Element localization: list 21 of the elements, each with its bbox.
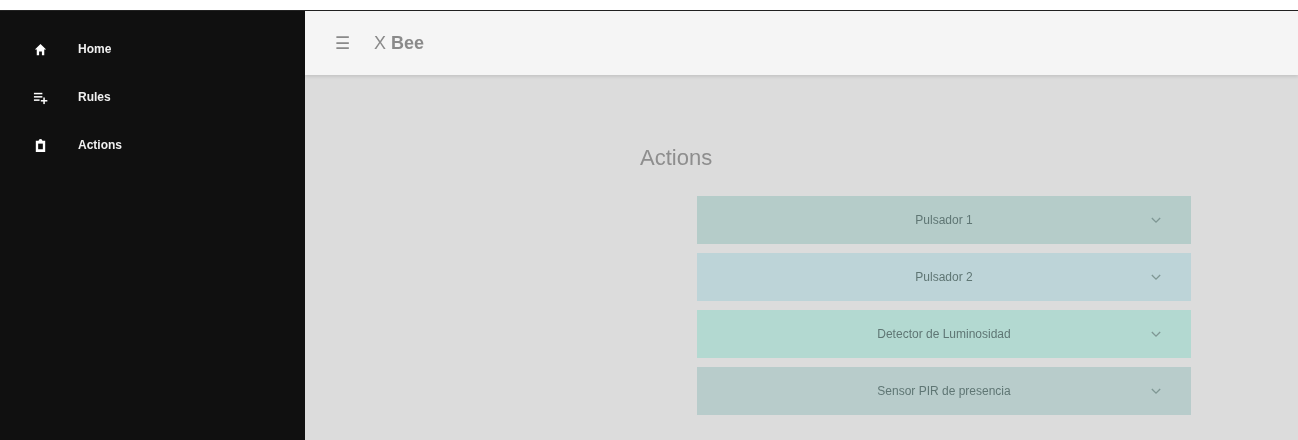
menu-button[interactable]: ☰ bbox=[331, 32, 354, 54]
chevron-icon bbox=[1151, 330, 1161, 338]
expansion-panel[interactable]: Pulsador 1 bbox=[697, 196, 1191, 244]
panel-title: Sensor PIR de presencia bbox=[877, 384, 1011, 398]
panel-title: Pulsador 1 bbox=[915, 213, 973, 227]
clipboard-icon bbox=[33, 137, 48, 153]
panel-title: Pulsador 2 bbox=[915, 270, 973, 284]
panel-title: Detector de Luminosidad bbox=[877, 327, 1011, 341]
expansion-panel[interactable]: Pulsador 2 bbox=[697, 253, 1191, 301]
chevron-icon bbox=[1151, 216, 1161, 224]
nav-item[interactable]: Home bbox=[0, 25, 305, 73]
chevron-icon bbox=[1151, 387, 1161, 395]
app-logo-mark: X bbox=[374, 32, 386, 54]
page-title: Actions bbox=[640, 145, 713, 171]
home-icon bbox=[33, 41, 48, 57]
nav-item[interactable]: Rules bbox=[0, 73, 305, 121]
expansion-panel[interactable]: Detector de Luminosidad bbox=[697, 310, 1191, 358]
nav-item[interactable]: Actions bbox=[0, 121, 305, 169]
app-title: Bee bbox=[391, 32, 425, 54]
chevron-icon bbox=[1151, 273, 1161, 281]
expansion-panel[interactable]: Sensor PIR de presencia bbox=[697, 367, 1191, 415]
